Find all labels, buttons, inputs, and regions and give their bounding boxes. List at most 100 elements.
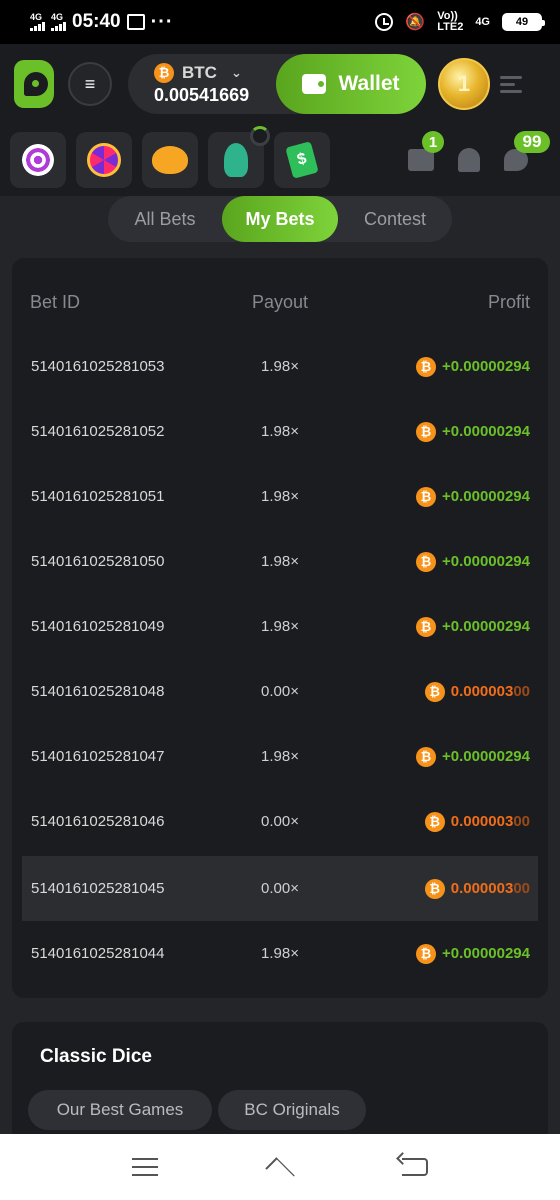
network-type-3: 4G bbox=[475, 16, 490, 28]
piggy-bank-icon bbox=[152, 146, 188, 174]
bitcoin-icon: ₿ bbox=[415, 551, 436, 572]
home-icon[interactable] bbox=[263, 1157, 297, 1177]
bet-payout: 1.98× bbox=[261, 488, 299, 505]
bitcoin-icon: ₿ bbox=[154, 62, 174, 83]
balance-widget: ₿ BTC ⌄ 0.00541669 Wallet bbox=[128, 54, 426, 114]
piggy-bank-button[interactable] bbox=[142, 132, 198, 188]
bet-payout: 1.98× bbox=[261, 748, 299, 765]
bet-payout: 0.00× bbox=[261, 813, 299, 830]
spin-wheel-button[interactable] bbox=[76, 132, 132, 188]
bet-profit: +0.00000294 bbox=[441, 748, 530, 765]
currency-code: BTC bbox=[182, 62, 217, 82]
recent-apps-icon[interactable] bbox=[132, 1158, 159, 1176]
table-row[interactable]: 5140161025281053 1.98× ₿ +0.00000294 bbox=[22, 334, 538, 399]
wallet-label: Wallet bbox=[338, 72, 400, 95]
volte-indicator: Vo)) LTE2 bbox=[437, 10, 464, 33]
alarm-icon bbox=[375, 13, 394, 31]
currency-selector[interactable]: ₿ BTC ⌄ 0.00541669 bbox=[128, 62, 278, 106]
bets-table: Bet ID Payout Profit 5140161025281053 1.… bbox=[12, 258, 548, 998]
table-row[interactable]: 5140161025281051 1.98× ₿ +0.00000294 bbox=[22, 464, 538, 529]
system-nav-bar bbox=[0, 1134, 560, 1200]
more-notifications-icon: ··· bbox=[150, 10, 174, 33]
wheel-icon bbox=[87, 143, 121, 177]
avatar-vip-level: 1 bbox=[457, 71, 471, 96]
table-row[interactable]: 5140161025281048 0.00× ₿ 0.00000300 bbox=[22, 659, 538, 724]
status-bar: 4G 4G 05:40 ··· 🔕 Vo)) LTE2 4G 49 bbox=[0, 0, 560, 44]
bet-profit: +0.00000294 bbox=[441, 553, 530, 570]
table-row[interactable]: 5140161025281047 1.98× ₿ +0.00000294 bbox=[22, 724, 538, 789]
bet-id: 5140161025281049 bbox=[31, 618, 165, 635]
balance-amount: 0.00541669 bbox=[154, 84, 250, 105]
chat-icon[interactable]: 99 bbox=[504, 131, 550, 171]
bet-id: 5140161025281053 bbox=[31, 358, 165, 375]
dollar-tag-icon: $ bbox=[285, 141, 319, 179]
bitcoin-icon: ₿ bbox=[415, 616, 436, 637]
bet-payout: 1.98× bbox=[261, 553, 299, 570]
table-row[interactable]: 5140161025281045 0.00× ₿ 0.00000300 bbox=[22, 856, 538, 921]
bet-id: 5140161025281052 bbox=[31, 423, 165, 440]
target-game-button[interactable] bbox=[10, 132, 66, 188]
bitcoin-icon: ₿ bbox=[415, 421, 436, 442]
bet-profit: 0.00000300 bbox=[450, 683, 530, 700]
bet-id: 5140161025281044 bbox=[31, 945, 165, 962]
bitcoin-icon: ₿ bbox=[415, 746, 436, 767]
rocket-icon bbox=[224, 143, 248, 177]
wallet-icon bbox=[302, 74, 327, 94]
menu-button[interactable]: ≡ bbox=[68, 62, 112, 106]
chip-our-best-games[interactable]: Our Best Games bbox=[28, 1090, 212, 1130]
bitcoin-icon: ₿ bbox=[415, 356, 436, 377]
back-icon[interactable] bbox=[401, 1158, 428, 1176]
bet-profit: +0.00000294 bbox=[441, 358, 530, 375]
bet-profit: 0.00000300 bbox=[450, 880, 530, 897]
bell-icon[interactable] bbox=[458, 148, 480, 172]
battery-icon: 49 bbox=[502, 13, 545, 31]
chevron-down-icon: ⌄ bbox=[230, 64, 242, 80]
table-row[interactable]: 5140161025281044 1.98× ₿ +0.00000294 bbox=[22, 921, 538, 986]
bet-profit: +0.00000294 bbox=[441, 618, 530, 635]
bet-profit: +0.00000294 bbox=[441, 423, 530, 440]
battery-level: 49 bbox=[515, 16, 529, 28]
chip-bc-originals[interactable]: BC Originals bbox=[218, 1090, 366, 1130]
wallet-button[interactable]: Wallet bbox=[276, 54, 426, 114]
bitcoin-icon: ₿ bbox=[415, 943, 436, 964]
app-header: ≡ ₿ BTC ⌄ 0.00541669 Wallet 1 bbox=[0, 44, 560, 124]
bet-id: 5140161025281046 bbox=[31, 813, 165, 830]
bitcoin-icon: ₿ bbox=[415, 486, 436, 507]
avatar[interactable]: 1 bbox=[438, 58, 490, 110]
mute-icon: 🔕 bbox=[405, 14, 426, 31]
header-profit: Profit bbox=[487, 291, 530, 312]
bet-payout: 0.00× bbox=[261, 880, 299, 897]
bc-logo-icon[interactable] bbox=[14, 60, 54, 108]
table-header: Bet ID Payout Profit bbox=[12, 278, 548, 326]
bets-tabs: All Bets My Bets Contest bbox=[108, 196, 452, 242]
bet-id: 5140161025281047 bbox=[31, 748, 165, 765]
bet-id: 5140161025281051 bbox=[31, 488, 165, 505]
bet-payout: 1.98× bbox=[261, 423, 299, 440]
bet-payout: 1.98× bbox=[261, 618, 299, 635]
signal-1-icon: 4G bbox=[30, 13, 45, 31]
gallery-notification-icon bbox=[126, 14, 145, 30]
tab-contest[interactable]: Contest bbox=[338, 196, 452, 242]
tab-my-bets[interactable]: My Bets bbox=[222, 196, 338, 242]
quick-games-bar: $ 1 99 bbox=[0, 124, 560, 196]
list-icon[interactable] bbox=[500, 75, 522, 93]
signal-2-icon: 4G bbox=[51, 13, 66, 31]
table-row[interactable]: 5140161025281052 1.98× ₿ +0.00000294 bbox=[22, 399, 538, 464]
table-row[interactable]: 5140161025281046 0.00× ₿ 0.00000300 bbox=[22, 789, 538, 854]
bet-payout: 1.98× bbox=[261, 358, 299, 375]
tab-all-bets[interactable]: All Bets bbox=[108, 196, 222, 242]
network-type-2: 4G bbox=[51, 12, 64, 22]
rocket-button[interactable] bbox=[208, 126, 270, 188]
chat-badge: 99 bbox=[514, 131, 550, 153]
mail-icon[interactable]: 1 bbox=[408, 131, 444, 171]
table-row[interactable]: 5140161025281049 1.98× ₿ +0.00000294 bbox=[22, 594, 538, 659]
table-row[interactable]: 5140161025281050 1.98× ₿ +0.00000294 bbox=[22, 529, 538, 594]
network-type-1: 4G bbox=[30, 12, 43, 22]
target-icon bbox=[22, 144, 54, 176]
header-bet-id: Bet ID bbox=[30, 291, 81, 312]
bet-profit: +0.00000294 bbox=[441, 945, 530, 962]
bet-id: 5140161025281050 bbox=[31, 553, 165, 570]
price-tag-button[interactable]: $ bbox=[274, 132, 330, 188]
menu-icon: ≡ bbox=[84, 73, 96, 94]
mail-badge: 1 bbox=[422, 131, 444, 153]
